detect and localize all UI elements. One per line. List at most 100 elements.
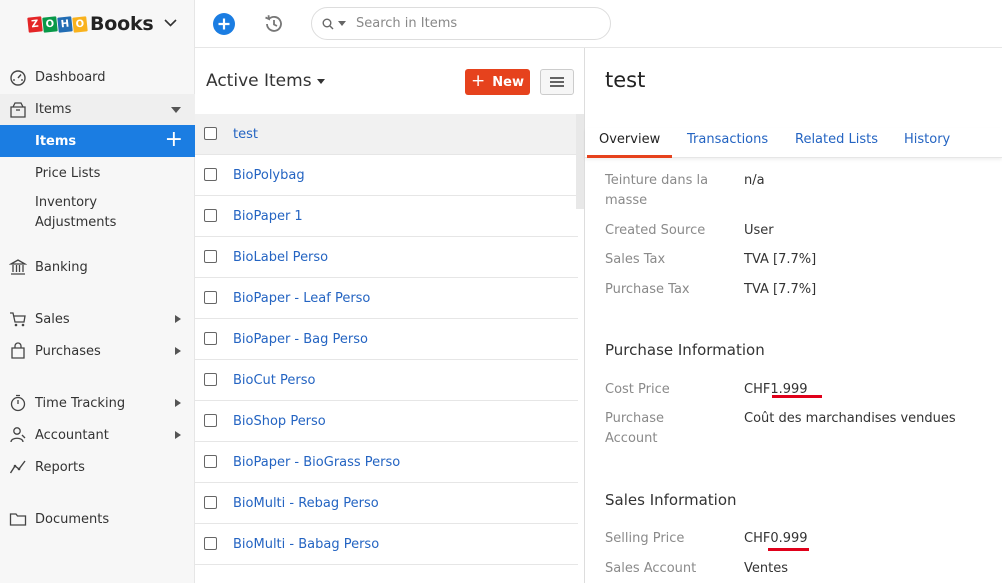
items-icon — [10, 101, 26, 118]
sidebar-item-items[interactable]: Items + — [0, 125, 195, 157]
sidebar-item-time-tracking[interactable]: Time Tracking — [0, 391, 195, 415]
sidebar-item-label: Banking — [35, 259, 88, 275]
field-label: Teinture dans la — [605, 173, 709, 188]
tab-transactions[interactable]: Transactions — [687, 132, 768, 147]
chevron-right-icon — [175, 399, 181, 407]
sidebar-item-label: Purchases — [35, 343, 101, 359]
search-input[interactable] — [356, 16, 586, 31]
red-underline-annotation — [772, 395, 822, 398]
field-label: Sales Tax — [605, 252, 666, 267]
purchase-information-heading: Purchase Information — [605, 341, 765, 359]
item-name-link[interactable]: BioMulti - Babag Perso — [233, 537, 379, 552]
field-label: masse — [605, 193, 648, 208]
detail-tabs: Overview Transactions Related Lists Hist… — [585, 128, 1002, 158]
sidebar-item-banking[interactable]: Banking — [0, 255, 195, 279]
item-name-link[interactable]: BioPaper - Bag Perso — [233, 332, 368, 347]
sidebar-item-purchases[interactable]: Purchases — [0, 339, 195, 363]
field-value: Coût des marchandises vendues — [744, 411, 956, 426]
field-value: TVA [7.7%] — [744, 252, 817, 267]
list-item[interactable]: BioPaper 1 — [195, 196, 578, 237]
list-item[interactable]: BioPaper - Bag Perso — [195, 319, 578, 360]
chevron-right-icon — [175, 347, 181, 355]
list-header: Active Items + New — [195, 48, 584, 114]
brand-switcher[interactable]: Z O H O Books — [0, 0, 195, 48]
row-checkbox[interactable] — [204, 455, 217, 468]
add-item-plus-icon[interactable]: + — [165, 129, 183, 151]
zoho-letter: H — [57, 15, 73, 33]
sidebar-item-label: Time Tracking — [35, 395, 126, 411]
reports-icon — [9, 460, 26, 474]
item-name-link[interactable]: BioShop Perso — [233, 414, 326, 429]
cart-icon — [10, 312, 26, 327]
sidebar-item-price-lists[interactable]: Price Lists — [0, 161, 195, 185]
sidebar-item-label: Inventory — [35, 195, 98, 210]
list-view-dropdown[interactable]: Active Items — [206, 71, 325, 91]
row-checkbox[interactable] — [204, 291, 217, 304]
item-name-link[interactable]: BioPaper 1 — [233, 209, 303, 224]
items-list: test BioPolybag BioPaper 1 BioLabel Pers… — [195, 114, 578, 565]
field-value: n/a — [744, 173, 765, 188]
hamburger-icon — [550, 77, 564, 87]
plus-icon: + — [471, 71, 486, 91]
accountant-icon — [10, 427, 26, 443]
item-name-link[interactable]: BioLabel Perso — [233, 250, 328, 265]
sidebar-item-dashboard[interactable]: Dashboard — [0, 65, 195, 90]
sidebar-item-label: Price Lists — [35, 165, 101, 181]
chevron-down-icon — [171, 106, 181, 113]
folder-icon — [9, 513, 27, 526]
dashboard-icon — [10, 69, 26, 86]
tab-overview[interactable]: Overview — [599, 132, 660, 147]
sidebar-item-label: Adjustments — [35, 215, 117, 230]
sidebar-item-accountant[interactable]: Accountant — [0, 423, 195, 447]
item-name-link[interactable]: test — [233, 127, 258, 142]
sidebar-item-documents[interactable]: Documents — [0, 507, 195, 531]
item-name-link[interactable]: BioMulti - Rebag Perso — [233, 496, 379, 511]
sidebar-item-label: Reports — [35, 459, 85, 475]
selling-price-value: CHF0.999 — [744, 531, 808, 546]
row-checkbox[interactable] — [204, 414, 217, 427]
item-name-link[interactable]: BioPaper - Leaf Perso — [233, 291, 370, 306]
row-checkbox[interactable] — [204, 537, 217, 550]
bag-icon — [11, 342, 25, 359]
chevron-down-icon — [163, 19, 177, 27]
field-label: Selling Price — [605, 531, 685, 546]
sidebar-item-label: Dashboard — [35, 70, 106, 85]
item-name-link[interactable]: BioPolybag — [233, 168, 305, 183]
row-checkbox[interactable] — [204, 168, 217, 181]
list-menu-button[interactable] — [540, 69, 574, 95]
plus-icon — [218, 18, 230, 30]
list-item[interactable]: BioShop Perso — [195, 401, 578, 442]
tab-related-lists[interactable]: Related Lists — [795, 132, 878, 147]
sidebar-item-reports[interactable]: Reports — [0, 455, 195, 479]
list-scrollbar[interactable] — [576, 114, 584, 209]
item-name-link[interactable]: BioCut Perso — [233, 373, 315, 388]
bank-icon — [9, 259, 27, 275]
quick-create-button[interactable] — [213, 13, 235, 35]
list-item[interactable]: BioLabel Perso — [195, 237, 578, 278]
sales-information-heading: Sales Information — [605, 491, 737, 509]
tab-history[interactable]: History — [904, 132, 950, 147]
item-name-link[interactable]: BioPaper - BioGrass Perso — [233, 455, 400, 470]
list-item[interactable]: BioCut Perso — [195, 360, 578, 401]
row-checkbox[interactable] — [204, 373, 217, 386]
list-item[interactable]: test — [195, 114, 578, 155]
row-checkbox[interactable] — [204, 127, 217, 140]
sidebar-item-inventory-adjustments[interactable]: Inventory Adjustments — [0, 193, 195, 237]
brand-name: Books — [90, 13, 154, 35]
history-icon[interactable] — [262, 12, 286, 36]
row-checkbox[interactable] — [204, 250, 217, 263]
row-checkbox[interactable] — [204, 332, 217, 345]
list-item[interactable]: BioMulti - Babag Perso — [195, 524, 578, 565]
list-item[interactable]: BioMulti - Rebag Perso — [195, 483, 578, 524]
row-checkbox[interactable] — [204, 209, 217, 222]
list-item[interactable]: BioPaper - Leaf Perso — [195, 278, 578, 319]
list-item[interactable]: BioPolybag — [195, 155, 578, 196]
row-checkbox[interactable] — [204, 496, 217, 509]
sidebar-item-items-group[interactable]: Items — [0, 94, 195, 125]
search-bar[interactable] — [311, 7, 611, 40]
list-item[interactable]: BioPaper - BioGrass Perso — [195, 442, 578, 483]
new-item-button[interactable]: + New — [465, 69, 530, 95]
sidebar-item-sales[interactable]: Sales — [0, 307, 195, 331]
search-filter-dropdown[interactable] — [338, 21, 346, 26]
chevron-right-icon — [175, 315, 181, 323]
